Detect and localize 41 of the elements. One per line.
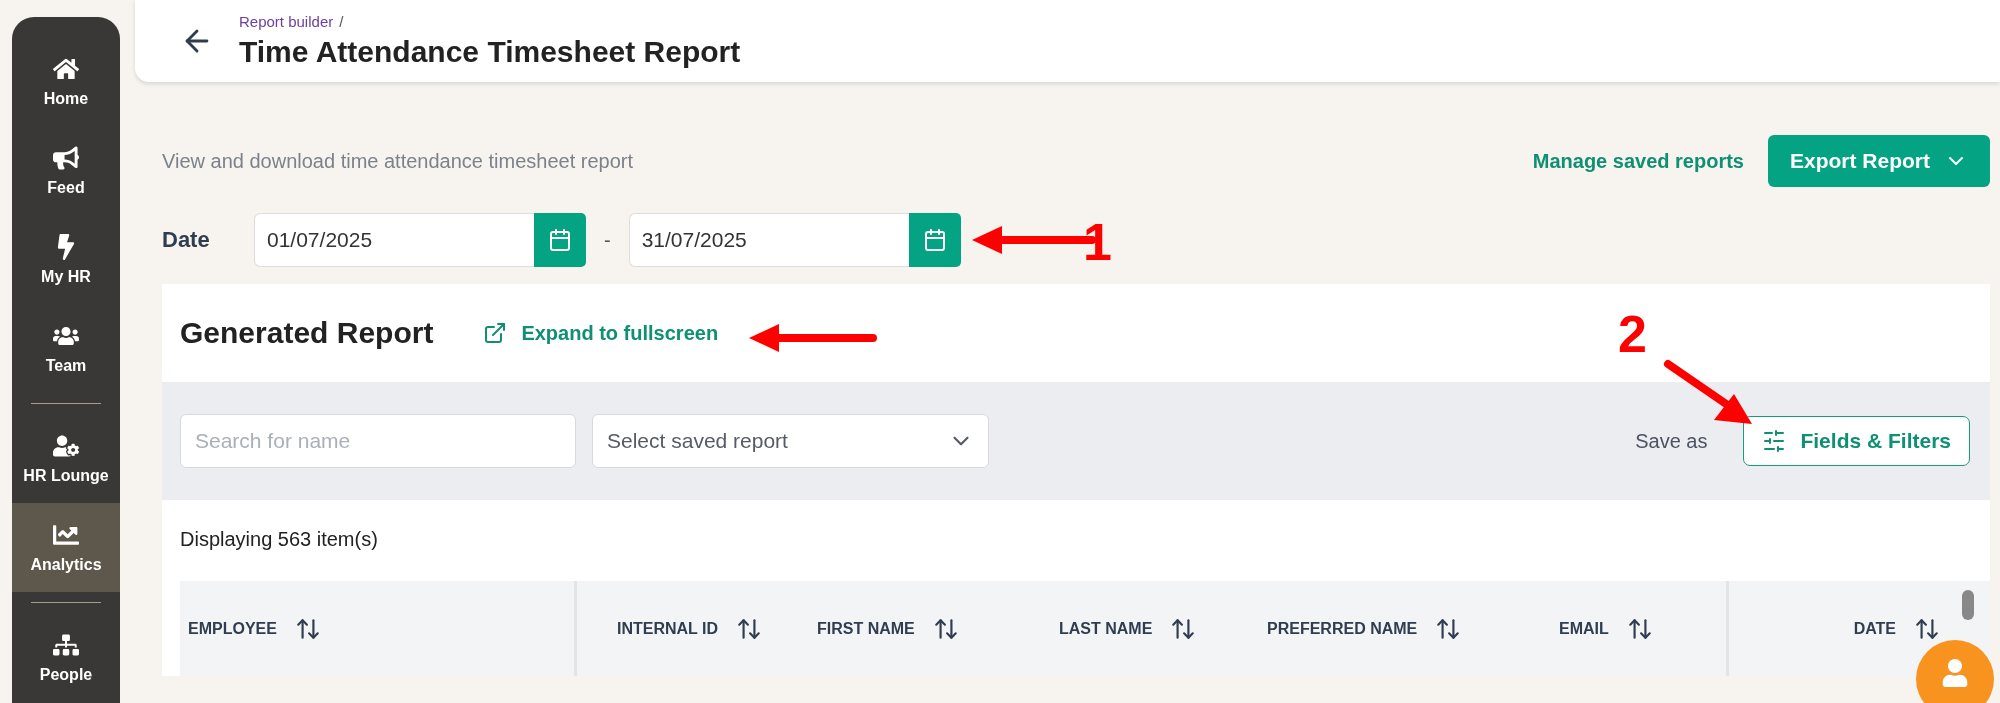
- date-label: Date: [162, 227, 211, 253]
- scrollbar-thumb[interactable]: [1962, 590, 1974, 620]
- column-header[interactable]: PREFERRED NAME: [1267, 619, 1418, 638]
- save-as-link[interactable]: Save as: [1635, 429, 1708, 453]
- annotation-number: 2: [1618, 304, 1647, 364]
- search-field[interactable]: Search for name: [180, 414, 576, 468]
- calendar-icon: [922, 228, 947, 252]
- column-header[interactable]: DATE: [1853, 619, 1896, 638]
- column-header[interactable]: INTERNAL ID: [617, 619, 719, 638]
- column-header[interactable]: LAST NAME: [1059, 619, 1153, 638]
- date-separator: -: [604, 228, 611, 252]
- sliders-icon: [1762, 429, 1787, 453]
- column-header[interactable]: EMPLOYEE: [188, 619, 277, 638]
- sidebar-item[interactable]: People: [12, 613, 120, 702]
- item-count: Displaying 563 item(s): [179, 527, 379, 552]
- calendar-button[interactable]: [908, 213, 961, 267]
- column-header[interactable]: EMAIL: [1559, 619, 1609, 638]
- date-from-field[interactable]: 01/07/2025: [254, 213, 534, 267]
- calendar-button[interactable]: [534, 213, 586, 267]
- breadcrumb-separator: /: [339, 13, 344, 30]
- manage-saved-reports-link[interactable]: Manage saved reports: [1532, 149, 1744, 173]
- user-icon: [1941, 658, 1969, 687]
- megaphone-icon: [53, 144, 79, 171]
- sidebar-item[interactable]: Analytics: [12, 503, 120, 592]
- column-header[interactable]: FIRST NAME: [817, 619, 915, 638]
- page-title: Time Attendance Timesheet Report: [239, 35, 741, 69]
- saved-report-select[interactable]: Select saved report: [592, 414, 989, 468]
- date-to-field[interactable]: 31/07/2025: [628, 213, 909, 267]
- report-title: Generated Report: [180, 316, 434, 350]
- sidebar-item[interactable]: Feed: [12, 126, 120, 215]
- breadcrumb-link[interactable]: Report builder: [239, 13, 334, 30]
- calendar-icon: [548, 228, 572, 252]
- expand-fullscreen-link[interactable]: Expand to fullscreen: [483, 321, 719, 345]
- sidebar-item[interactable]: My HR: [12, 215, 120, 304]
- sidebar-item[interactable]: Home: [12, 37, 120, 126]
- external-link-icon: [483, 321, 508, 345]
- fields-filters-button[interactable]: Fields & Filters: [1743, 416, 1970, 466]
- page-description: View and download time attendance timesheet report: [162, 149, 635, 173]
- annotation-number: 1: [1083, 212, 1112, 272]
- sidebar-item[interactable]: Team: [12, 304, 120, 393]
- sidebar-item[interactable]: HR Lounge: [12, 414, 120, 503]
